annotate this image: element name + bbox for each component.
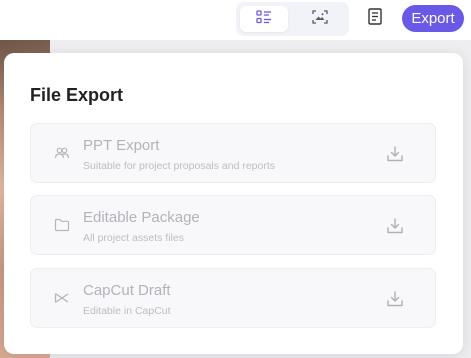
option-title: Editable Package (83, 209, 200, 226)
option-title: PPT Export (83, 137, 160, 154)
file-export-panel: File Export PPT Export Suitable for proj… (4, 53, 463, 354)
download-icon[interactable] (385, 144, 405, 164)
download-icon[interactable] (385, 216, 405, 236)
capcut-icon (53, 289, 71, 307)
image-frame-icon (312, 9, 328, 29)
option-editable-package[interactable]: Editable Package All project assets file… (30, 195, 436, 255)
export-button[interactable]: Export (402, 5, 464, 32)
list-view-button[interactable] (240, 6, 288, 32)
top-toolbar: Export (0, 0, 471, 40)
option-subtitle: All project assets files (83, 232, 184, 244)
option-capcut-draft[interactable]: CapCut Draft Editable in CapCut (30, 268, 436, 328)
option-title: CapCut Draft (83, 282, 171, 299)
list-icon (256, 9, 272, 29)
canvas-view-button[interactable] (296, 6, 344, 32)
option-subtitle: Suitable for project proposals and repor… (83, 160, 276, 172)
users-icon (53, 144, 71, 162)
document-button[interactable] (362, 6, 388, 32)
option-ppt-export[interactable]: PPT Export Suitable for project proposal… (30, 123, 436, 183)
document-icon (367, 8, 383, 30)
panel-title: File Export (30, 85, 124, 105)
view-toggle (236, 2, 349, 36)
folder-icon (53, 216, 71, 234)
option-subtitle: Editable in CapCut (83, 305, 171, 317)
download-icon[interactable] (385, 289, 405, 309)
